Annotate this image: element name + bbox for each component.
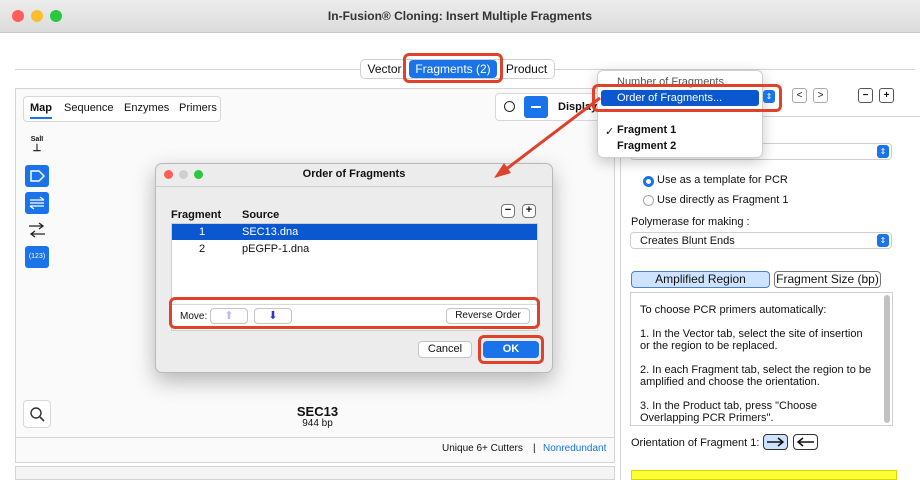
tab-fragment-size[interactable]: Fragment Size (bp): [774, 271, 881, 288]
instructions-box: To choose PCR primers automatically: 1. …: [630, 292, 893, 426]
plus-icon: +: [883, 90, 890, 101]
minus-icon: −: [862, 90, 869, 101]
previous-button[interactable]: <: [792, 88, 807, 103]
dialog-title-divider: [156, 186, 552, 187]
feature-arrow-icon: [30, 170, 46, 182]
next-button[interactable]: >: [813, 88, 828, 103]
cancel-button[interactable]: Cancel: [418, 341, 472, 358]
fragment-source: SEC13.dna: [242, 226, 299, 238]
polymerase-value: Creates Blunt Ends: [640, 235, 735, 247]
linear-view-icon: [531, 106, 541, 108]
title-bar: In-Fusion® Cloning: Insert Multiple Frag…: [0, 0, 920, 33]
radio-template-label: Use as a template for PCR: [657, 174, 788, 186]
footer-separator: |: [533, 443, 536, 454]
instructions-intro: To choose PCR primers automatically:: [640, 304, 827, 316]
show-orfs-button[interactable]: [25, 219, 49, 241]
circular-view-icon[interactable]: [504, 101, 515, 112]
instructions-step-2: 2. In each Fragment tab, select the regi…: [640, 364, 872, 388]
instructions-scrollbar[interactable]: [884, 295, 890, 423]
add-fragment-button[interactable]: +: [522, 204, 536, 218]
bottom-panel: [15, 466, 615, 480]
orientation-label: Orientation of Fragment 1:: [631, 437, 760, 449]
zoom-button[interactable]: [23, 400, 51, 428]
highlight-fragments-tab: [403, 53, 503, 83]
checkmark-icon: ✓: [605, 126, 615, 138]
nonredundant-link[interactable]: Nonredundant: [543, 443, 606, 454]
source-column-header: Source: [242, 209, 280, 221]
footer-divider: [15, 437, 615, 438]
polymerase-select[interactable]: Creates Blunt Ends ⇕: [630, 232, 892, 249]
add-button[interactable]: +: [879, 88, 894, 103]
order-of-fragments-dialog: Order of Fragments Fragment Source − + 1…: [155, 163, 553, 373]
orientation-forward-button[interactable]: [763, 434, 788, 450]
dialog-title: Order of Fragments: [302, 168, 406, 180]
arrow-right-icon: [767, 437, 785, 447]
chevron-left-icon: <: [796, 90, 803, 101]
linear-view-button[interactable]: [524, 96, 548, 118]
radio-template-pcr[interactable]: [643, 176, 654, 187]
tab-sequence[interactable]: Sequence: [64, 102, 114, 114]
highlight-ok-button: [478, 335, 544, 364]
remove-button[interactable]: −: [858, 88, 873, 103]
instructions-step-3: 3. In the Product tab, press "Choose Ove…: [640, 400, 817, 424]
arrow-left-icon: [796, 437, 814, 447]
menu-item-fragment-2[interactable]: Fragment 2: [617, 140, 676, 152]
orientation-reverse-button[interactable]: [793, 434, 818, 450]
show-primers-button[interactable]: [25, 192, 49, 214]
show-numbers-button[interactable]: (123): [25, 246, 49, 268]
radio-direct-label: Use directly as Fragment 1: [657, 194, 789, 206]
magnifier-icon: [30, 407, 45, 422]
tab-map[interactable]: Map: [30, 102, 52, 119]
tab-amplified-region[interactable]: Amplified Region: [631, 271, 770, 288]
instructions-step-1: 1. In the Vector tab, select the site of…: [640, 328, 863, 352]
map-toolbar: SalI ⊥ (123): [23, 130, 51, 275]
tab-primers[interactable]: Primers: [179, 102, 217, 114]
tab-vector[interactable]: Vector: [362, 60, 407, 78]
fragment-number: 2: [199, 243, 206, 255]
cut-site-icon: ⊥: [32, 143, 42, 154]
show-features-button[interactable]: [25, 165, 49, 187]
sequence-name: SEC13: [296, 404, 339, 419]
fragment-source: pEGFP-1.dna: [242, 243, 310, 255]
table-row[interactable]: 2 pEGFP-1.dna: [172, 241, 537, 257]
cutters-filter[interactable]: Unique 6+ Cutters: [442, 443, 523, 454]
highlight-move-controls: [169, 297, 540, 329]
chevron-right-icon: >: [817, 90, 824, 101]
show-enzyme-site-button[interactable]: SalI ⊥: [25, 135, 49, 157]
remove-fragment-button[interactable]: −: [501, 204, 515, 218]
tab-enzymes[interactable]: Enzymes: [124, 102, 169, 114]
sall-label: SalI: [30, 136, 44, 143]
primer-arrows-icon: [29, 196, 45, 210]
menu-item-fragment-1[interactable]: Fragment 1: [617, 124, 676, 136]
highlight-order-menu-item: [592, 84, 782, 112]
select-arrows-icon: ⇕: [877, 145, 889, 158]
fragment-column-header: Fragment: [171, 209, 222, 221]
radio-direct-fragment[interactable]: [643, 195, 654, 206]
select-arrows-icon: ⇕: [877, 234, 889, 247]
orf-arrows-icon: [29, 222, 45, 238]
fragment-number: 1: [199, 226, 206, 238]
table-row[interactable]: 1 SEC13.dna: [172, 224, 537, 240]
sequence-length: 944 bp: [302, 418, 333, 429]
polymerase-label: Polymerase for making :: [631, 216, 750, 228]
tab-product[interactable]: Product: [500, 60, 553, 78]
window-title: In-Fusion® Cloning: Insert Multiple Frag…: [327, 9, 593, 23]
notes-field[interactable]: [631, 470, 897, 480]
view-tabs: Map Sequence Enzymes Primers: [23, 96, 221, 122]
